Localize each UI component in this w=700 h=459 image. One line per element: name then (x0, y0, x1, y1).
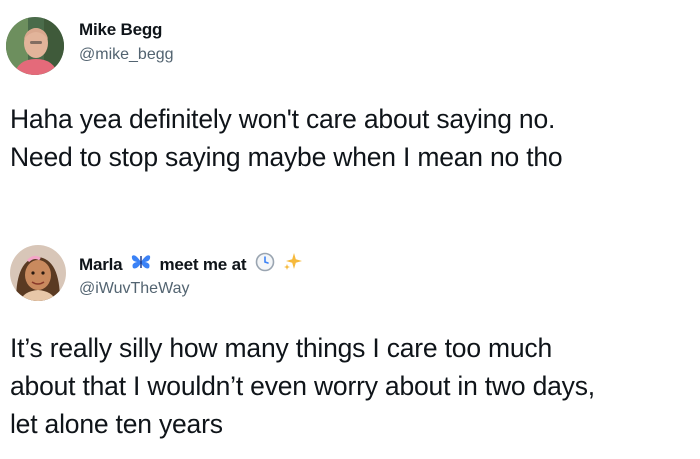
avatar[interactable] (10, 245, 66, 301)
user-handle[interactable]: @mike_begg (79, 46, 174, 64)
tweet-text: Haha yea definitely won't care about say… (10, 104, 563, 172)
tweet-text: It’s really silly how many things I care… (10, 333, 595, 439)
display-name[interactable]: Marla meet me at (79, 252, 307, 277)
avatar[interactable] (6, 17, 64, 75)
butterfly-icon (131, 253, 151, 276)
display-name-part-2: meet me at (159, 254, 247, 274)
user-handle[interactable]: @iWuvTheWay (79, 280, 189, 298)
display-name-part-1: Marla (79, 254, 123, 274)
clock-icon (255, 252, 275, 277)
tweet-header: Mike Begg @mike_begg (0, 0, 700, 80)
tweet-header: Marla meet me at @iWuvTheWay (0, 228, 700, 308)
tweet-mike-begg[interactable]: Mike Begg @mike_begg Haha yea definitely… (0, 0, 700, 228)
sparkles-icon (283, 252, 303, 277)
display-name[interactable]: Mike Begg (79, 20, 162, 40)
tweet-marla[interactable]: Marla meet me at @iWuvTheWay It’s really… (0, 228, 700, 459)
